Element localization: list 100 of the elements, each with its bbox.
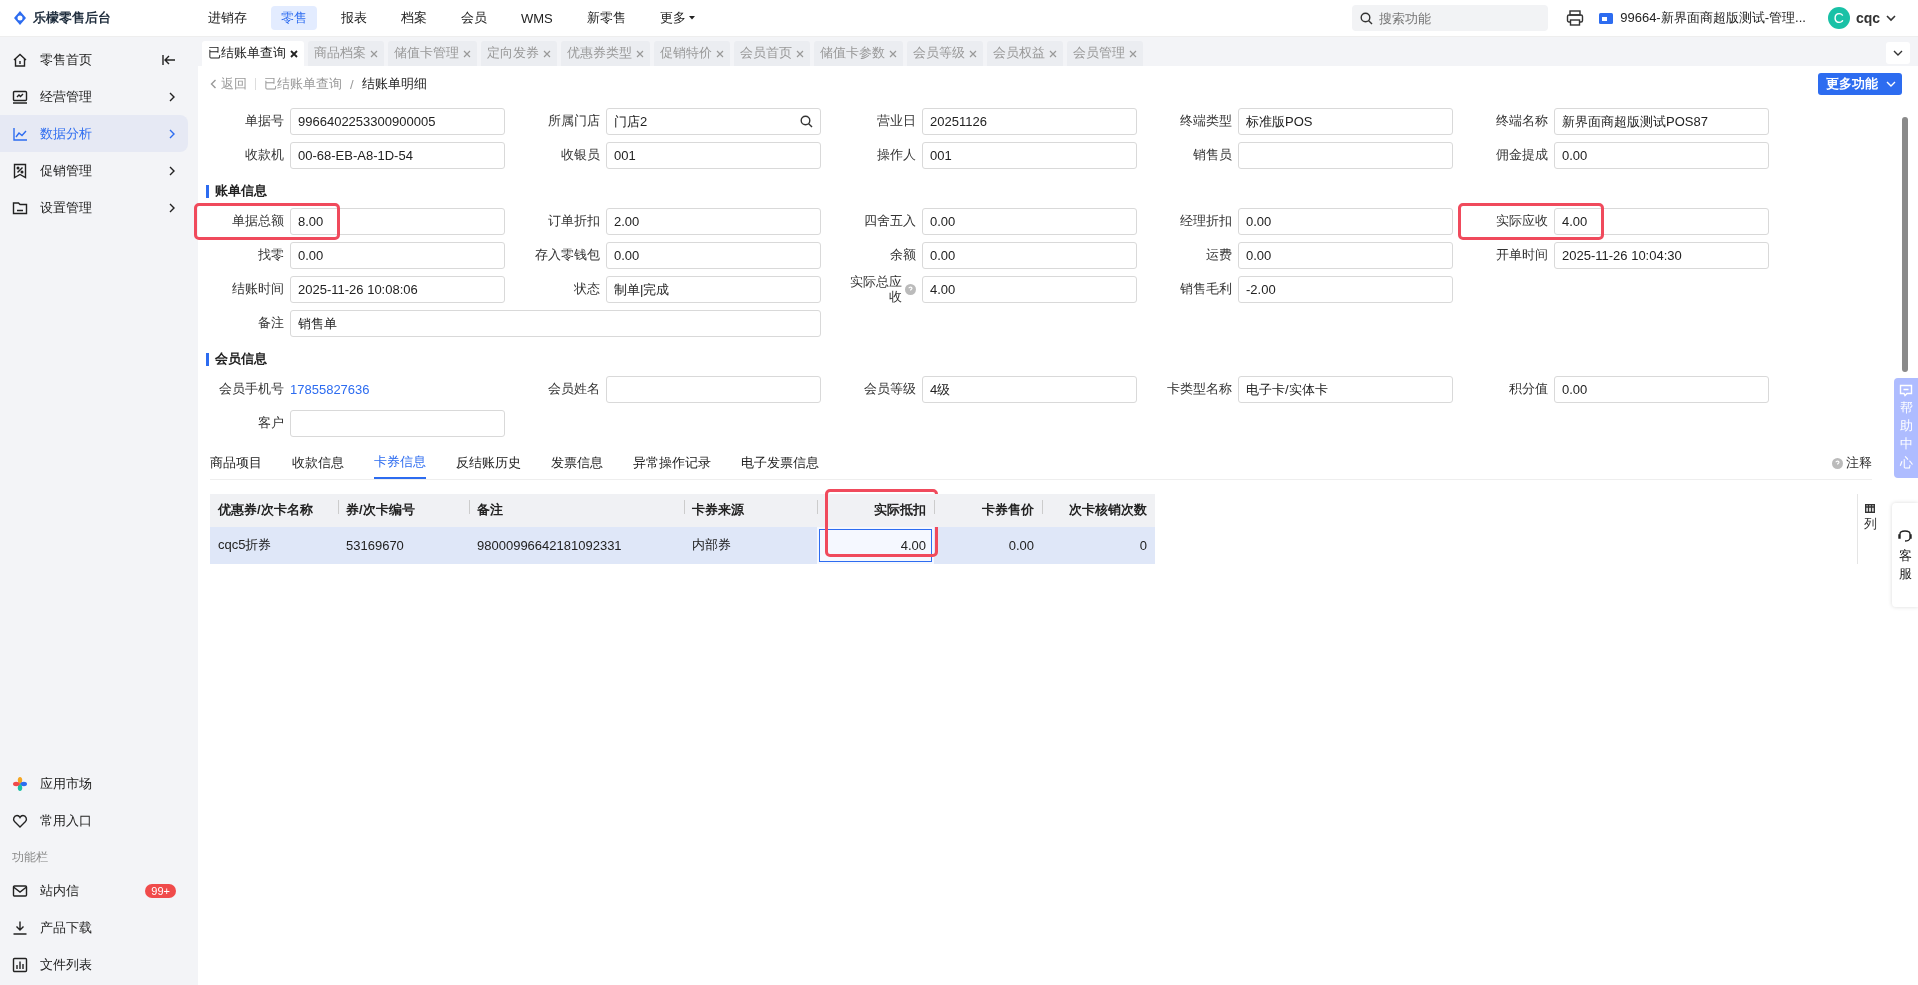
customer-service-button[interactable]: 客服	[1892, 503, 1918, 607]
column-header: 卡券售价	[934, 494, 1042, 527]
detail-tab[interactable]: 电子发票信息	[741, 447, 819, 479]
detail-tab[interactable]: 发票信息	[551, 447, 603, 479]
input-field[interactable]: 001	[922, 142, 1137, 169]
sidebar-item[interactable]: 设置管理	[0, 189, 188, 226]
table-cell: 98000996642181092331	[469, 526, 684, 564]
input-field[interactable]: 0.00	[922, 242, 1137, 269]
input-field[interactable]: 0.00	[1554, 376, 1769, 403]
input-field[interactable]: 9966402253300900005	[290, 108, 505, 135]
input-field[interactable]: 2.00	[606, 208, 821, 235]
input-field[interactable]: 0.00	[606, 242, 821, 269]
sidebar-item[interactable]: 常用入口	[0, 802, 188, 839]
sidebar-item[interactable]: 文件列表	[0, 946, 188, 983]
chevron-right-icon	[168, 90, 176, 103]
input-field[interactable]: 0.00	[1238, 242, 1453, 269]
detail-tab[interactable]: 收款信息	[292, 447, 344, 479]
sidebar-item[interactable]: 产品下载	[0, 909, 188, 946]
input-field[interactable]: 00-68-EB-A8-1D-54	[290, 142, 505, 169]
input-field[interactable]: 制单|完成	[606, 276, 821, 303]
input-field[interactable]: 4级	[922, 376, 1137, 403]
field-label: 收款机	[244, 148, 285, 163]
section-label: 功能栏	[11, 849, 49, 866]
input-field[interactable]: 0.00	[290, 242, 505, 269]
field-label: 销售员	[1192, 148, 1233, 163]
nav-link[interactable]: 零售	[271, 6, 317, 30]
search-icon[interactable]	[800, 115, 813, 128]
input-field[interactable]: 标准版POS	[1238, 108, 1453, 135]
chevron-right-icon	[168, 127, 176, 140]
input-field[interactable]: 2025-11-26 10:04:30	[1554, 242, 1769, 269]
input-field[interactable]: 8.00	[290, 208, 505, 235]
input-field[interactable]: 2025-11-26 10:08:06	[290, 276, 505, 303]
nav-link[interactable]: 档案	[391, 6, 437, 30]
tab-menu-button[interactable]	[1886, 42, 1910, 64]
sidebar-item[interactable]: 数据分析	[0, 115, 188, 152]
sidebar-item[interactable]: 应用市场	[0, 765, 188, 802]
collapse-icon[interactable]	[162, 53, 176, 66]
field-label: 佣金提成	[1495, 148, 1549, 163]
detail-tab[interactable]: 反结账历史	[456, 447, 521, 479]
input-field[interactable]	[1238, 142, 1453, 169]
nav-link[interactable]: 进销存	[198, 6, 257, 30]
field-label: 找零	[257, 248, 285, 263]
section-title: 账单信息	[215, 182, 267, 200]
detail-tab[interactable]: 异常操作记录	[633, 447, 711, 479]
chevron-left-icon	[210, 79, 217, 89]
sidebar-item[interactable]: 促销管理	[0, 152, 188, 189]
field-label: 终端类型	[1179, 114, 1233, 129]
count-badge: 99+	[145, 883, 176, 898]
bar-chart-icon	[12, 956, 28, 973]
sidebar-item[interactable]: 零售首页	[0, 41, 188, 78]
page-tab[interactable]: 已结账单查询	[202, 41, 304, 66]
field-label: 经理折扣	[1179, 214, 1233, 229]
chevron-down-icon	[1893, 49, 1903, 57]
field-label: 积分值	[1508, 382, 1549, 397]
detail-tab[interactable]: 商品项目	[210, 447, 262, 479]
chevron-down-icon	[1886, 80, 1896, 88]
chevron-down-icon[interactable]	[1886, 14, 1896, 22]
input-field[interactable]	[290, 410, 505, 437]
input-field[interactable]: 销售单	[290, 310, 821, 337]
detail-tab[interactable]: 卡券信息	[374, 447, 426, 479]
input-field[interactable]: 20251126	[922, 108, 1137, 135]
chevron-right-icon	[168, 201, 176, 214]
table-cell: 53169670	[338, 526, 469, 564]
nav-menu[interactable]: 更多	[649, 6, 706, 30]
close-icon[interactable]	[290, 49, 298, 58]
input-field[interactable]: 新界面商超版测试POS87	[1554, 108, 1769, 135]
search-field[interactable]: 搜索功能	[1352, 5, 1549, 31]
input-field[interactable]: 0.00	[1554, 142, 1769, 169]
table-row[interactable]: cqc5折券 53169670 98000996642181092331 内部券 4.00 0.00 0	[210, 526, 1155, 564]
store-name[interactable]: 99664-新界面商超版测试-管理...	[1620, 9, 1806, 27]
breadcrumb-current: 结账单明细	[361, 75, 427, 93]
input-field[interactable]: 门店2	[606, 108, 821, 135]
help-icon	[1832, 457, 1843, 469]
section-title: 会员信息	[215, 350, 267, 368]
field-label: 实际应收	[1495, 214, 1549, 229]
field-label: 余额	[889, 248, 917, 263]
sidebar-item[interactable]: 站内信 99+	[0, 872, 188, 909]
sidebar-item[interactable]: 经营管理	[0, 78, 188, 115]
input-field[interactable]: 0.00	[922, 208, 1137, 235]
input-field[interactable]	[606, 376, 821, 403]
nav-link[interactable]: 会员	[451, 6, 497, 30]
nav-link[interactable]: WMS	[511, 6, 563, 30]
scrollbar[interactable]	[1902, 117, 1908, 372]
input-field[interactable]: -2.00	[1238, 276, 1453, 303]
input-field[interactable]: 4.00	[1554, 208, 1769, 235]
more-functions-button[interactable]: 更多功能	[1818, 73, 1902, 95]
nav-link[interactable]: 新零售	[576, 6, 636, 30]
field-label: 会员手机号	[218, 382, 285, 397]
user-name[interactable]: cqc	[1855, 10, 1880, 26]
phone-link[interactable]: 17855827636	[290, 382, 370, 397]
download-icon	[12, 919, 28, 936]
input-field[interactable]: 电子卡/实体卡	[1238, 376, 1453, 403]
nav-link[interactable]: 报表	[331, 6, 377, 30]
input-field[interactable]: 4.00	[922, 276, 1137, 303]
field-label: 开单时间	[1495, 248, 1549, 263]
column-settings-button[interactable]: 列	[1857, 494, 1882, 564]
table-cell: 0.00	[934, 526, 1042, 564]
input-field[interactable]: 0.00	[1238, 208, 1453, 235]
input-field[interactable]: 001	[606, 142, 821, 169]
printer-icon[interactable]	[1566, 10, 1585, 26]
